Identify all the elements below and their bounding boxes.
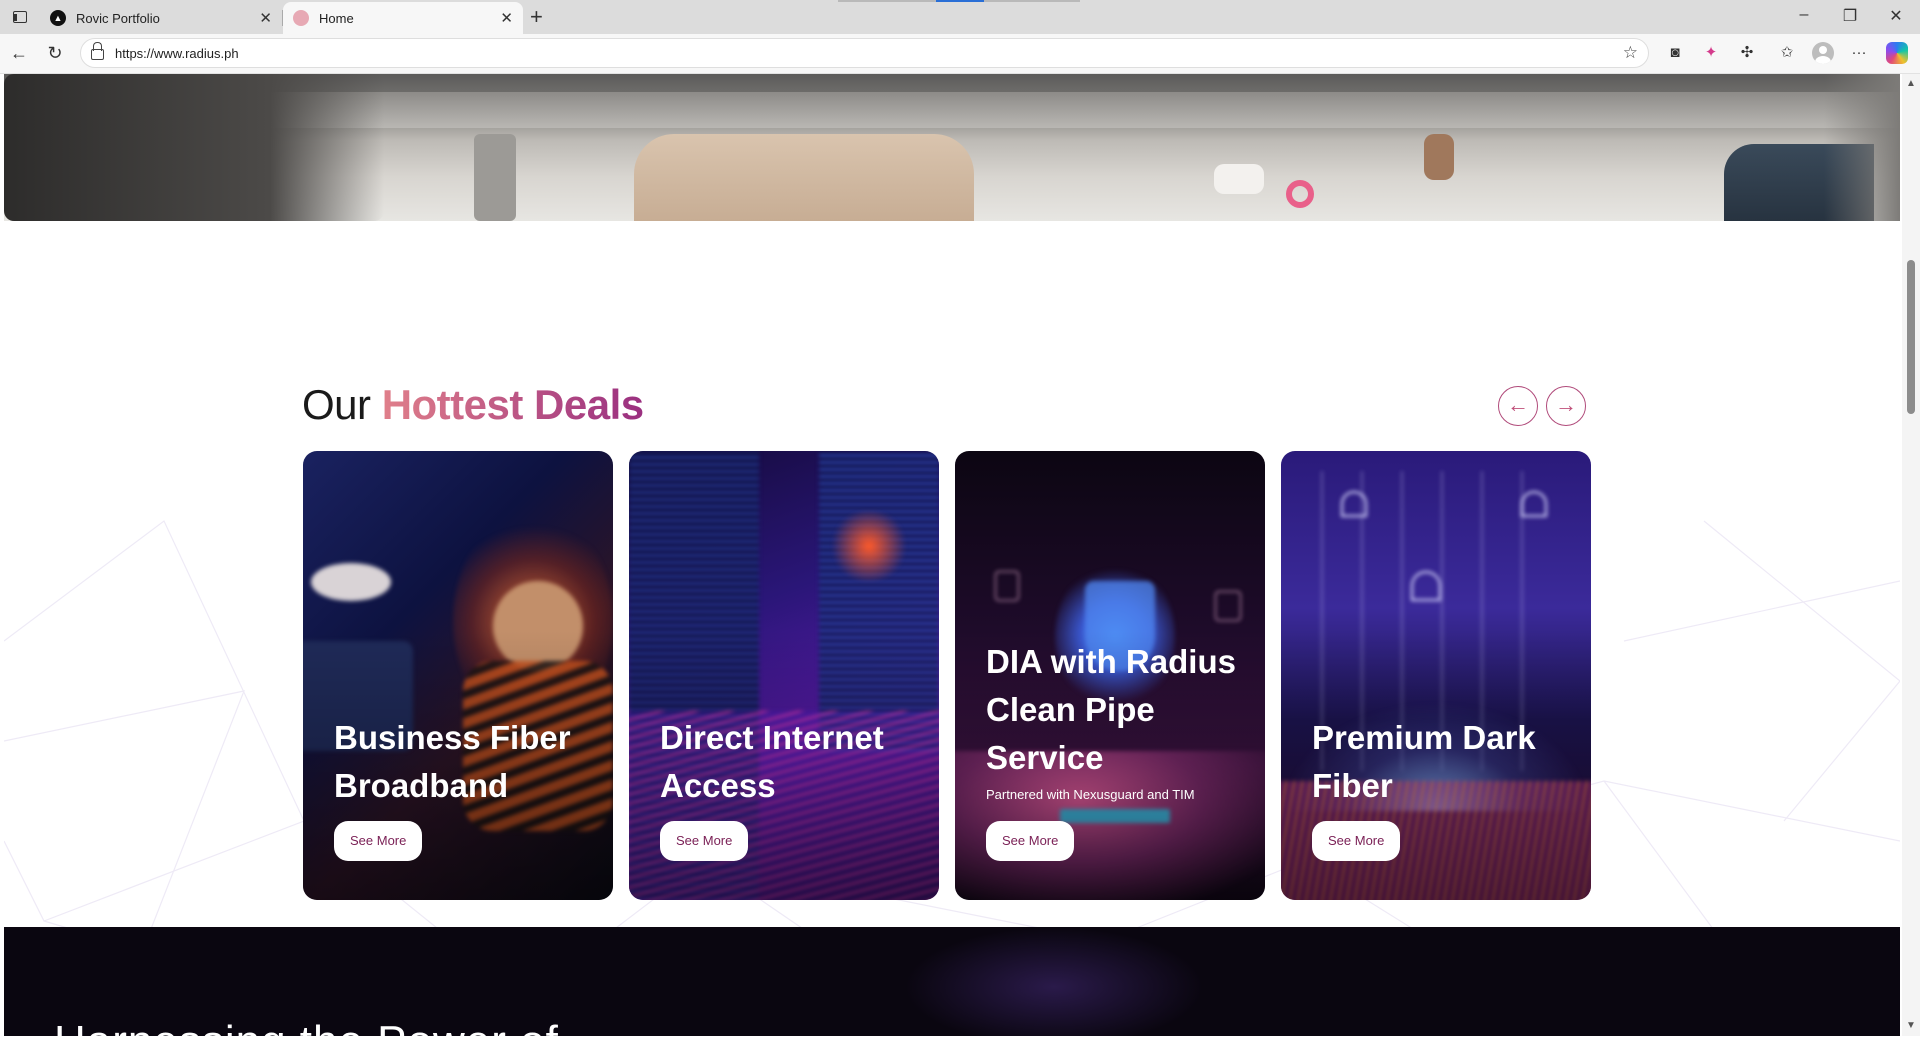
background-mesh <box>4 520 1900 998</box>
deal-card-dark-fiber[interactable]: Premium Dark Fiber See More <box>1281 451 1591 900</box>
minimize-icon[interactable]: – <box>1790 6 1818 24</box>
browser-toolbar: ← ↻ https://www.radius.ph ☆ ◙ ✦ ✣ ✩ ··· <box>0 34 1920 74</box>
deal-card-clean-pipe[interactable]: DIA with Radius Clean Pipe Service Partn… <box>955 451 1265 900</box>
deal-card-business-fiber[interactable]: Business Fiber Broadband See More <box>303 451 613 900</box>
section-heading: Harnessing the Power of <box>54 1017 559 1036</box>
rovic-logo-icon: ▲ <box>50 10 66 26</box>
extensions-puzzle-icon[interactable]: ✣ <box>1736 42 1758 64</box>
restore-icon[interactable]: ❐ <box>1836 6 1864 26</box>
tab-home[interactable]: Home ✕ <box>283 2 523 34</box>
section-title: Our Hottest Deals <box>302 381 644 429</box>
see-more-button[interactable]: See More <box>660 821 749 861</box>
title-highlight: Hottest Deals <box>381 381 644 428</box>
title-plain: Our <box>302 381 382 428</box>
more-menu-icon[interactable]: ··· <box>1848 42 1870 64</box>
page-scrollbar[interactable]: ▲ ▼ <box>1902 74 1920 1036</box>
url-text[interactable]: https://www.radius.ph <box>115 46 239 61</box>
card-title: Direct Internet Access <box>660 719 884 804</box>
profile-avatar-icon[interactable] <box>1812 42 1834 64</box>
radius-logo-icon <box>293 10 309 26</box>
page-viewport: Our Hottest Deals ← → Business Fiber Bro… <box>4 74 1900 1036</box>
close-tab-icon[interactable]: ✕ <box>259 9 272 27</box>
card-title: DIA with Radius Clean Pipe Service <box>986 643 1236 776</box>
reload-icon[interactable]: ↻ <box>44 42 66 64</box>
tab-actions-icon[interactable] <box>10 7 30 27</box>
carousel-next-button[interactable]: → <box>1546 386 1586 426</box>
close-window-icon[interactable]: ✕ <box>1882 6 1910 26</box>
card-title: Business Fiber Broadband <box>334 719 571 804</box>
power-section: Harnessing the Power of <box>4 927 1900 1036</box>
card-title: Premium Dark Fiber <box>1312 719 1536 804</box>
see-more-button[interactable]: See More <box>986 821 1075 861</box>
tab-drag-indicator <box>838 0 1080 2</box>
screenshot-camera-icon[interactable]: ◙ <box>1664 42 1686 64</box>
scroll-down-icon[interactable]: ▼ <box>1906 1020 1916 1031</box>
close-tab-icon[interactable]: ✕ <box>500 9 513 27</box>
favorite-star-icon[interactable]: ☆ <box>1623 43 1638 63</box>
lock-icon[interactable] <box>91 42 104 60</box>
carousel-prev-button[interactable]: ← <box>1498 386 1538 426</box>
hero-image <box>4 74 1900 221</box>
deal-card-direct-internet[interactable]: Direct Internet Access See More <box>629 451 939 900</box>
tab-rovic-portfolio[interactable]: ▲ Rovic Portfolio ✕ <box>40 2 282 34</box>
tab-title: Home <box>319 10 354 26</box>
copilot-icon[interactable] <box>1886 42 1908 64</box>
back-arrow-icon[interactable]: ← <box>8 42 30 64</box>
color-extension-icon[interactable]: ✦ <box>1700 42 1722 64</box>
favorites-icon[interactable]: ✩ <box>1776 42 1798 64</box>
scroll-up-icon[interactable]: ▲ <box>1906 78 1916 89</box>
hottest-deals-section: Our Hottest Deals ← → Business Fiber Bro… <box>4 221 1900 998</box>
scrollbar-thumb[interactable] <box>1907 260 1915 414</box>
address-bar[interactable]: https://www.radius.ph ☆ <box>80 38 1649 68</box>
tab-title: Rovic Portfolio <box>76 10 160 26</box>
see-more-button[interactable]: See More <box>1312 821 1401 861</box>
card-subtitle: Partnered with Nexusguard and TIM <box>986 787 1195 802</box>
see-more-button[interactable]: See More <box>334 821 423 861</box>
new-tab-icon[interactable]: + <box>530 4 552 30</box>
browser-tab-bar: ▲ Rovic Portfolio ✕ Home ✕ + – ❐ ✕ <box>0 0 1920 34</box>
